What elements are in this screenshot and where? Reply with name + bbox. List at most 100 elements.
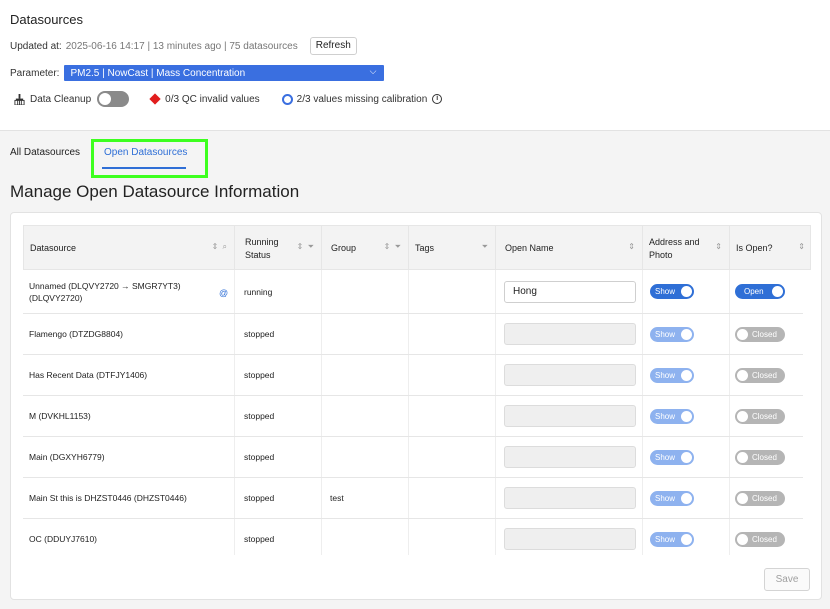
save-button[interactable]: Save xyxy=(764,568,810,591)
column-label: Address and Photo xyxy=(649,236,700,260)
column-running-status[interactable]: Running Status ⇕ ⏷ xyxy=(235,226,322,271)
column-divider xyxy=(729,314,730,354)
is-open-switch[interactable]: Closed xyxy=(735,490,785,506)
sort-search-icons[interactable]: ⇕ ⌕ xyxy=(212,242,228,252)
table-row: Main (DGXYH6779) stopped Show Closed xyxy=(23,437,803,478)
is-open-cell: Closed xyxy=(735,396,785,436)
datasource-table: Datasource ⇕ ⌕ Running Status ⇕ ⏷ Group … xyxy=(23,225,811,555)
column-divider xyxy=(495,396,496,436)
open-name-cell xyxy=(504,355,636,395)
open-name-input[interactable] xyxy=(504,280,636,303)
is-open-switch[interactable]: Closed xyxy=(735,408,785,424)
column-divider xyxy=(408,355,409,395)
column-is-open[interactable]: Is Open? ⇕ xyxy=(730,226,811,271)
is-open-switch[interactable]: Closed xyxy=(735,367,785,383)
column-divider xyxy=(234,437,235,477)
column-divider xyxy=(729,437,730,477)
open-name-input[interactable] xyxy=(504,487,636,509)
address-photo-switch[interactable]: Show xyxy=(650,490,694,506)
address-photo-cell: Show xyxy=(650,314,694,354)
address-photo-cell: Show xyxy=(650,355,694,395)
open-name-input[interactable] xyxy=(504,364,636,386)
column-divider xyxy=(234,519,235,555)
column-label: Running Status xyxy=(245,236,279,260)
address-photo-switch[interactable]: Show xyxy=(650,284,694,299)
column-divider xyxy=(408,396,409,436)
page-title: Datasources xyxy=(10,12,83,27)
open-name-input[interactable] xyxy=(504,446,636,468)
sort-icon[interactable]: ⇕ xyxy=(798,242,806,251)
table-row: Main St this is DHZST0446 (DHZST0446) st… xyxy=(23,478,803,519)
tab-all-datasources[interactable]: All Datasources xyxy=(10,147,80,158)
section-title: Manage Open Datasource Information xyxy=(10,182,300,201)
column-divider xyxy=(495,478,496,518)
running-status-cell: running xyxy=(244,286,273,297)
top-panel: Datasources Updated at: 2025-06-16 14:17… xyxy=(0,0,830,130)
is-open-switch[interactable]: Open xyxy=(735,284,785,299)
column-divider xyxy=(642,478,643,518)
open-name-input[interactable] xyxy=(504,528,636,550)
sort-filter-icons[interactable]: ⇕ ⏷ xyxy=(297,242,315,252)
open-name-cell xyxy=(504,314,636,354)
column-address-photo[interactable]: Address and Photo ⇕ xyxy=(643,226,730,271)
data-cleanup-toggle[interactable] xyxy=(97,91,130,107)
column-tags[interactable]: Tags ⏷ xyxy=(409,226,496,271)
column-divider xyxy=(408,314,409,354)
open-name-input[interactable] xyxy=(504,323,636,345)
running-status-cell: stopped xyxy=(244,452,275,462)
group-cell: test xyxy=(330,493,344,503)
address-photo-switch[interactable]: Show xyxy=(650,326,694,342)
running-status-cell: stopped xyxy=(244,493,275,503)
column-divider xyxy=(321,396,322,436)
address-photo-switch[interactable]: Show xyxy=(650,367,694,383)
column-divider xyxy=(642,314,643,354)
open-name-cell xyxy=(504,519,636,555)
open-name-input[interactable] xyxy=(504,405,636,427)
column-label: Datasource xyxy=(30,243,77,253)
column-divider xyxy=(321,519,322,555)
is-open-switch[interactable]: Closed xyxy=(735,326,785,342)
address-photo-switch[interactable]: Show xyxy=(650,408,694,424)
column-divider xyxy=(729,478,730,518)
column-divider xyxy=(642,270,643,313)
info-icon[interactable]: i xyxy=(432,94,443,104)
tabs: All Datasources Open Datasources xyxy=(0,131,830,178)
address-photo-cell: Show xyxy=(650,519,694,555)
table-row: Flamengo (DTZDG8804) stopped Show Closed xyxy=(23,314,803,355)
column-label: Open Name xyxy=(505,243,554,253)
datasource-cell: OC (DDUYJ7610) xyxy=(29,534,98,544)
running-status-cell: stopped xyxy=(244,329,275,339)
column-divider xyxy=(642,355,643,395)
is-open-switch[interactable]: Closed xyxy=(735,531,785,547)
column-open-name[interactable]: Open Name ⇕ xyxy=(496,226,643,271)
column-divider xyxy=(495,519,496,555)
filter-icon[interactable]: ⏷ xyxy=(482,242,489,252)
chevron-down-icon: ⌵ xyxy=(369,66,377,76)
is-open-switch[interactable]: Closed xyxy=(735,449,785,465)
address-photo-switch[interactable]: Show xyxy=(650,531,694,547)
address-photo-cell: Show xyxy=(650,437,694,477)
sort-filter-icons[interactable]: ⇕ ⏷ xyxy=(384,242,402,252)
column-divider xyxy=(729,519,730,555)
column-divider xyxy=(642,396,643,436)
address-photo-switch[interactable]: Show xyxy=(650,449,694,465)
open-name-cell xyxy=(504,437,636,477)
column-divider xyxy=(408,519,409,555)
column-divider xyxy=(408,478,409,518)
column-divider xyxy=(642,519,643,555)
sort-icon[interactable]: ⇕ xyxy=(628,242,636,251)
sort-icon[interactable]: ⇕ xyxy=(715,242,723,251)
at-icon[interactable]: @ xyxy=(219,288,228,298)
column-divider xyxy=(321,355,322,395)
parameter-select[interactable]: PM2.5 | NowCast | Mass Concentration ⌵ xyxy=(64,65,385,81)
qc-diamond-icon xyxy=(149,93,161,105)
datasource-management-area: All Datasources Open Datasources Manage … xyxy=(0,130,830,609)
column-datasource[interactable]: Datasource ⇕ ⌕ xyxy=(24,226,235,271)
is-open-cell: Closed xyxy=(735,519,785,555)
column-group[interactable]: Group ⇕ ⏷ xyxy=(322,226,409,271)
datasource-cell: Main St this is DHZST0446 (DHZST0446) xyxy=(29,493,187,503)
datasource-card: Datasource ⇕ ⌕ Running Status ⇕ ⏷ Group … xyxy=(10,212,822,600)
refresh-button[interactable]: Refresh xyxy=(309,37,357,55)
parameter-row: Parameter: PM2.5 | NowCast | Mass Concen… xyxy=(10,65,385,81)
datasource-cell: Flamengo (DTZDG8804) xyxy=(29,329,124,339)
